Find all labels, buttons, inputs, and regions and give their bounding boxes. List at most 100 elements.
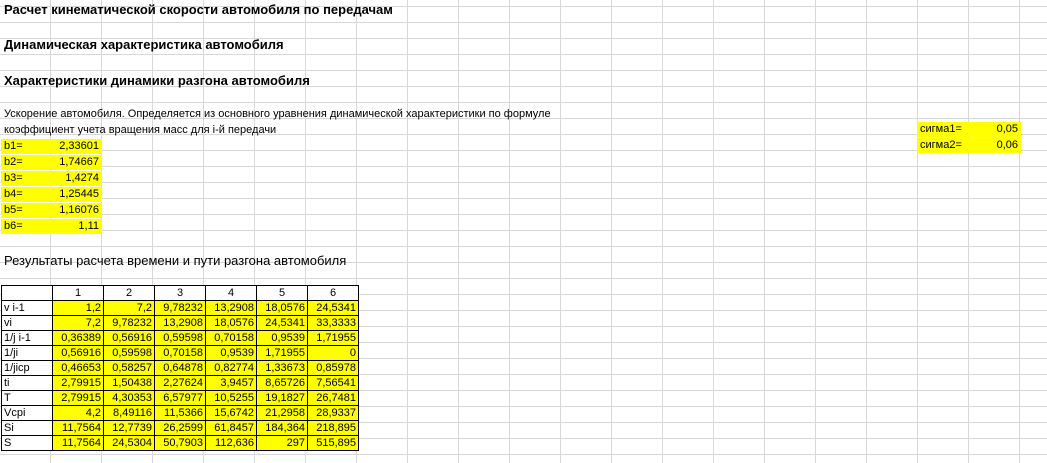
table-cell[interactable]: 13,2908 — [154, 315, 206, 331]
table-cell[interactable]: 61,8457 — [205, 420, 257, 436]
table-header-row: 1 2 3 4 5 6 — [1, 285, 359, 301]
results-table: 1 2 3 4 5 6 v i-1 1,2 7,2 9,78232 13,290… — [1, 285, 359, 451]
table-cell[interactable]: 2,79915 — [52, 390, 104, 406]
table-cell[interactable]: 0,64878 — [154, 360, 206, 376]
table-cell[interactable]: 0,82774 — [205, 360, 257, 376]
sigma-row[interactable]: сигма2= 0,06 — [917, 138, 1021, 153]
table-cell[interactable]: 0,9539 — [256, 330, 308, 346]
row-label[interactable]: vi — [1, 315, 53, 331]
table-cell[interactable]: 12,7739 — [103, 420, 155, 436]
row-label[interactable]: T — [1, 390, 53, 406]
table-cell[interactable]: 0,85978 — [307, 360, 359, 376]
b-param-value: 1,74667 — [59, 156, 99, 168]
table-cell[interactable]: 18,0576 — [205, 315, 257, 331]
column-header[interactable]: 6 — [307, 285, 359, 301]
table-cell[interactable]: 7,56541 — [307, 375, 359, 391]
row-label[interactable]: 1/jicp — [1, 360, 53, 376]
table-cell[interactable]: 24,5304 — [103, 435, 155, 451]
table-cell[interactable]: 0,58257 — [103, 360, 155, 376]
table-cell[interactable]: 6,57977 — [154, 390, 206, 406]
table-cell[interactable]: 7,2 — [52, 315, 104, 331]
table-cell[interactable]: 0,70158 — [205, 330, 257, 346]
table-cell[interactable]: 13,2908 — [205, 300, 257, 316]
b-param-row[interactable]: b3= 1,4274 — [1, 171, 102, 186]
table-cell[interactable]: 10,5255 — [205, 390, 257, 406]
table-cell[interactable]: 9,78232 — [154, 300, 206, 316]
table-cell[interactable]: 11,5366 — [154, 405, 206, 421]
b-param-label: b1= — [4, 140, 23, 152]
table-cell[interactable]: 11,7564 — [52, 435, 104, 451]
table-corner-cell[interactable] — [1, 285, 53, 301]
column-header[interactable]: 2 — [103, 285, 155, 301]
table-row: 1/j i-1 0,36389 0,56916 0,59598 0,70158 … — [1, 330, 359, 346]
row-label[interactable]: 1/ji — [1, 345, 53, 361]
table-cell[interactable]: 0,9539 — [205, 345, 257, 361]
table-cell[interactable]: 11,7564 — [52, 420, 104, 436]
table-cell[interactable]: 2,79915 — [52, 375, 104, 391]
b-param-value: 1,4274 — [65, 172, 99, 184]
b-param-row[interactable]: b2= 1,74667 — [1, 155, 102, 170]
column-header[interactable]: 5 — [256, 285, 308, 301]
table-cell[interactable]: 0,46653 — [52, 360, 104, 376]
table-cell[interactable]: 1,71955 — [256, 345, 308, 361]
column-header[interactable]: 1 — [52, 285, 104, 301]
sigma-row[interactable]: сигма1= 0,05 — [917, 122, 1021, 137]
table-cell[interactable]: 19,1827 — [256, 390, 308, 406]
table-cell[interactable]: 7,2 — [103, 300, 155, 316]
column-header[interactable]: 3 — [154, 285, 206, 301]
table-cell[interactable]: 3,9457 — [205, 375, 257, 391]
row-label[interactable]: Si — [1, 420, 53, 436]
table-cell[interactable]: 1,71955 — [307, 330, 359, 346]
b-param-label: b2= — [4, 156, 23, 168]
table-cell[interactable]: 1,50438 — [103, 375, 155, 391]
table-cell[interactable]: 4,2 — [52, 405, 104, 421]
table-cell[interactable]: 8,65726 — [256, 375, 308, 391]
acceleration-description: Ускорение автомобиля. Определяется из ос… — [4, 108, 551, 120]
table-row: vi 7,2 9,78232 13,2908 18,0576 24,5341 3… — [1, 315, 359, 331]
table-cell[interactable]: 1,2 — [52, 300, 104, 316]
table-row: Vcpi 4,2 8,49116 11,5366 15,6742 21,2958… — [1, 405, 359, 421]
table-cell[interactable]: 33,3333 — [307, 315, 359, 331]
table-cell[interactable]: 21,2958 — [256, 405, 308, 421]
table-cell[interactable]: 0,56916 — [103, 330, 155, 346]
table-cell[interactable]: 4,30353 — [103, 390, 155, 406]
table-cell[interactable]: 297 — [256, 435, 308, 451]
results-title: Результаты расчета времени и пути разгон… — [4, 253, 347, 268]
row-label[interactable]: Vcpi — [1, 405, 53, 421]
table-cell[interactable]: 24,5341 — [256, 315, 308, 331]
table-cell[interactable]: 0,70158 — [154, 345, 206, 361]
table-cell[interactable]: 18,0576 — [256, 300, 308, 316]
table-cell[interactable]: 0 — [307, 345, 359, 361]
row-label[interactable]: S — [1, 435, 53, 451]
sigma-label: сигма1= — [920, 123, 962, 135]
table-cell[interactable]: 28,9337 — [307, 405, 359, 421]
row-label[interactable]: v i-1 — [1, 300, 53, 316]
table-cell[interactable]: 24,5341 — [307, 300, 359, 316]
table-cell[interactable]: 8,49116 — [103, 405, 155, 421]
table-cell[interactable]: 515,895 — [307, 435, 359, 451]
table-cell[interactable]: 9,78232 — [103, 315, 155, 331]
sigma-label: сигма2= — [920, 139, 962, 151]
table-cell[interactable]: 2,27624 — [154, 375, 206, 391]
b-param-row[interactable]: b4= 1,25445 — [1, 187, 102, 202]
table-cell[interactable]: 50,7903 — [154, 435, 206, 451]
b-param-row[interactable]: b1= 2,33601 — [1, 139, 102, 154]
table-cell[interactable]: 184,364 — [256, 420, 308, 436]
table-cell[interactable]: 0,59598 — [103, 345, 155, 361]
table-cell[interactable]: 1,33673 — [256, 360, 308, 376]
table-cell[interactable]: 0,36389 — [52, 330, 104, 346]
row-label[interactable]: ti — [1, 375, 53, 391]
column-header[interactable]: 4 — [205, 285, 257, 301]
table-cell[interactable]: 112,636 — [205, 435, 257, 451]
table-cell[interactable]: 15,6742 — [205, 405, 257, 421]
table-cell[interactable]: 26,2599 — [154, 420, 206, 436]
row-label[interactable]: 1/j i-1 — [1, 330, 53, 346]
table-cell[interactable]: 0,59598 — [154, 330, 206, 346]
table-cell[interactable]: 0,56916 — [52, 345, 104, 361]
b-param-label: b3= — [4, 172, 23, 184]
table-cell[interactable]: 218,895 — [307, 420, 359, 436]
b-param-label: b5= — [4, 204, 23, 216]
b-param-row[interactable]: b5= 1,16076 — [1, 203, 102, 218]
table-cell[interactable]: 26,7481 — [307, 390, 359, 406]
b-param-row[interactable]: b6= 1,11 — [1, 219, 102, 234]
